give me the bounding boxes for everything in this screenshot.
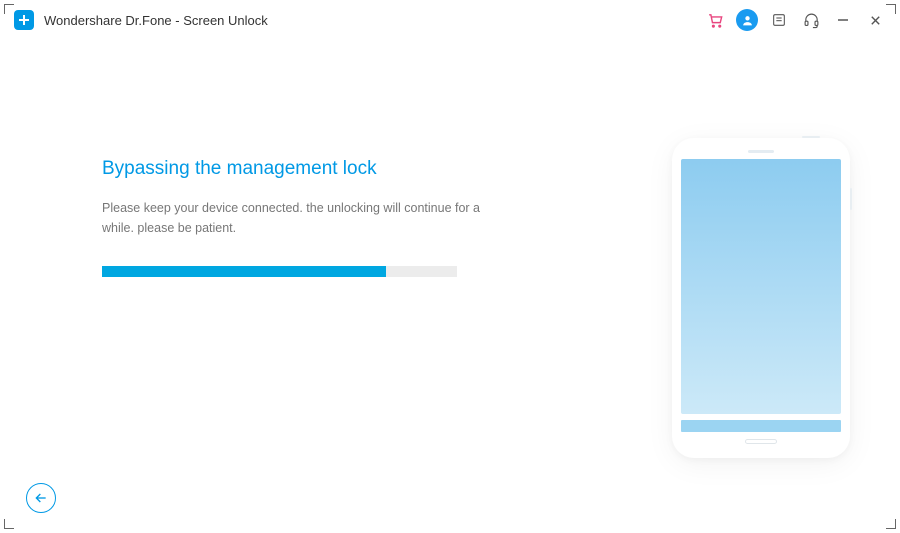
phone-power-button	[802, 136, 820, 138]
minimize-button[interactable]	[832, 9, 854, 31]
phone-speaker	[748, 150, 774, 153]
progress-bar	[102, 266, 457, 277]
cart-icon[interactable]	[704, 9, 726, 31]
phone-illustration	[672, 138, 850, 458]
back-button[interactable]	[26, 483, 56, 513]
corner-decoration	[886, 4, 896, 14]
app-logo-icon	[14, 10, 34, 30]
support-icon[interactable]	[800, 9, 822, 31]
app-window: Wondershare Dr.Fone - Screen Unlock	[0, 0, 900, 533]
close-button[interactable]	[864, 9, 886, 31]
titlebar: Wondershare Dr.Fone - Screen Unlock	[0, 0, 900, 40]
phone-screen	[681, 159, 841, 414]
page-description: Please keep your device connected. the u…	[102, 198, 482, 238]
progress-fill	[102, 266, 386, 277]
corner-decoration	[4, 4, 14, 14]
feedback-icon[interactable]	[768, 9, 790, 31]
phone-volume-button	[850, 188, 852, 210]
main-content: Bypassing the management lock Please kee…	[0, 40, 900, 533]
user-icon[interactable]	[736, 9, 758, 31]
app-title: Wondershare Dr.Fone - Screen Unlock	[44, 13, 268, 28]
titlebar-actions	[704, 9, 886, 31]
phone-home-button	[745, 439, 777, 444]
phone-nav-bar	[681, 420, 841, 432]
